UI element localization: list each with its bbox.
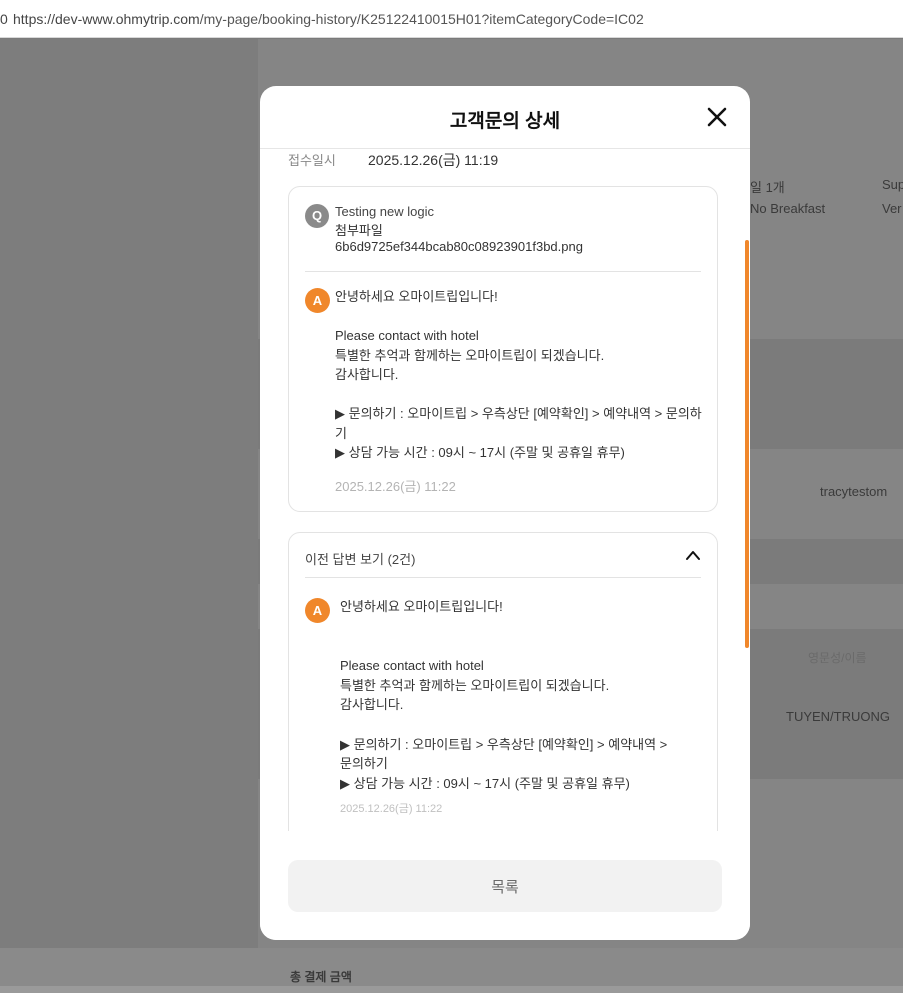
answer-line: 안녕하세요 오마이트립입니다!	[335, 289, 498, 304]
background-text: 총 결제 금액	[290, 970, 352, 984]
previous-answer-line: 감사합니다.	[340, 697, 404, 712]
chevron-up-icon	[685, 549, 701, 561]
answer-line: 특별한 추억과 함께하는 오마이트립이 되겠습니다.	[335, 347, 605, 363]
received-date-value: 2025.12.26(금) 11:19	[368, 152, 499, 168]
answer-line: ▶ 문의하기 : 오마이트립 > 우측상단 [예약확인] > 예약내역 > 문의…	[335, 406, 702, 421]
question-badge: Q	[305, 204, 329, 228]
answer-date: 2025.12.26(금) 11:22	[335, 479, 456, 494]
close-icon	[707, 107, 727, 127]
inquiry-detail-modal: 고객문의 상세 접수일시 2025.12.26(금) 11:19 Q Testi…	[260, 86, 750, 940]
previous-answer-line: ▶ 상담 가능 시간 : 09시 ~ 17시 (주말 및 공휴일 휴무)	[340, 776, 630, 791]
browser-address-bar[interactable]: 0 https://dev-www.ohmytrip.com/my-page/b…	[0, 0, 903, 38]
background-text: 일 1개	[750, 180, 785, 195]
answer-line: Please contact with hotel	[335, 328, 479, 343]
answer-badge: A	[305, 598, 330, 623]
modal-scrollbar-thumb[interactable]	[745, 240, 749, 648]
background-text: 영문성/이름	[808, 651, 867, 665]
previous-answer-line: ▶ 문의하기 : 오마이트립 > 우측상단 [예약확인] > 예약내역 >	[340, 737, 668, 752]
list-button[interactable]: 목록	[288, 860, 722, 912]
question-title: Testing new logic	[335, 204, 434, 219]
divider	[305, 577, 701, 578]
divider	[305, 271, 701, 272]
previous-answers-card: 이전 답변 보기 (2건) A 안녕하세요 오마이트립입니다! Please c…	[288, 532, 718, 831]
previous-answers-toggle[interactable]: 이전 답변 보기 (2건)	[289, 533, 717, 577]
modal-footer: 목록	[260, 831, 750, 940]
url-path: /my-page/booking-history/K25122410015H01…	[199, 11, 644, 27]
background-text: Ver	[882, 201, 902, 216]
attachment-file-link[interactable]: 6b6d9725ef344bcab80c08923901f3bd.png	[335, 237, 583, 257]
answer-line: 기	[335, 425, 347, 441]
modal-header: 고객문의 상세	[260, 86, 750, 149]
previous-answer-date: 2025.12.26(금) 11:22	[340, 803, 443, 815]
previous-answer-line: 문의하기	[340, 756, 388, 771]
background-text: Sup	[882, 177, 903, 192]
answer-line: 감사합니다.	[335, 367, 399, 382]
background-scrollbar-track	[0, 986, 903, 993]
modal-title: 고객문의 상세	[449, 111, 561, 132]
close-button[interactable]	[706, 106, 728, 128]
background-text: TUYEN/TRUONG	[786, 709, 890, 724]
previous-answers-label: 이전 답변 보기 (2건)	[305, 552, 416, 567]
background-text: No Breakfast	[750, 201, 826, 216]
url-text[interactable]: https://dev-www.ohmytrip.com/my-page/boo…	[13, 11, 644, 27]
address-bar-left-fragment: 0	[0, 11, 8, 27]
modal-body[interactable]: 접수일시 2025.12.26(금) 11:19 Q Testing new l…	[260, 150, 750, 831]
previous-answer-line: 안녕하세요 오마이트립입니다!	[340, 599, 503, 614]
answer-badge: A	[305, 288, 330, 313]
received-date-label: 접수일시	[288, 153, 336, 168]
inquiry-card: Q Testing new logic 첨부파일 6b6d9725ef344bc…	[288, 186, 718, 512]
url-host: https://dev-www.ohmytrip.com	[13, 11, 200, 27]
previous-answer-line: 특별한 추억과 함께하는 오마이트립이 되겠습니다.	[340, 678, 610, 693]
answer-line: ▶ 상담 가능 시간 : 09시 ~ 17시 (주말 및 공휴일 휴무)	[335, 445, 625, 460]
previous-answer-line: Please contact with hotel	[340, 658, 484, 673]
background-text: tracytestom	[820, 484, 888, 499]
